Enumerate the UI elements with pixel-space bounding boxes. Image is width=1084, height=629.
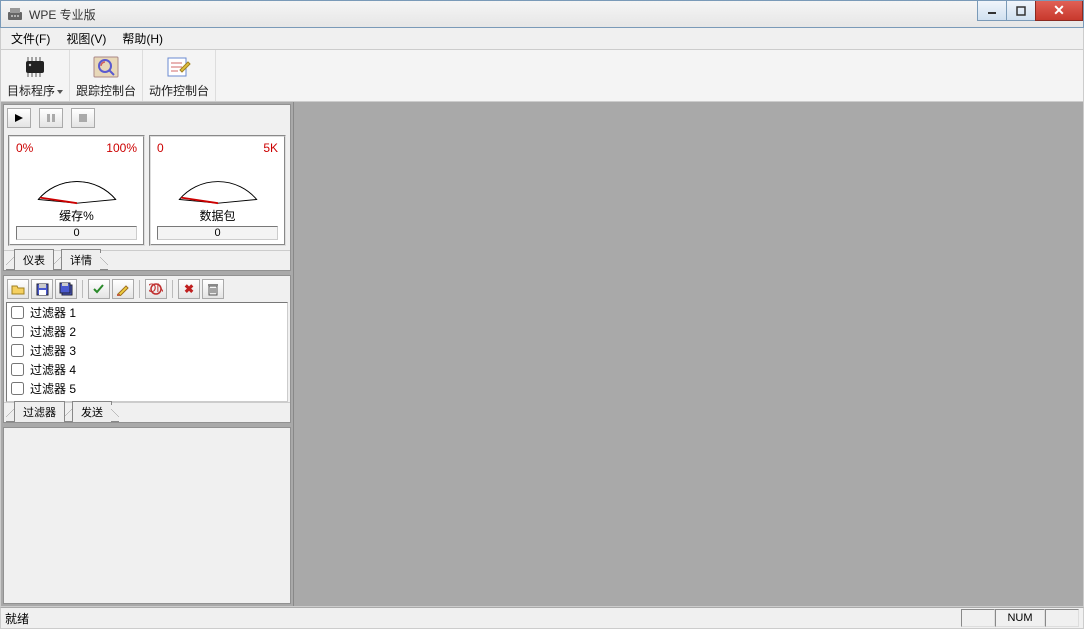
gauge-arc-icon: [168, 159, 268, 205]
dropdown-icon: [57, 90, 63, 94]
tab-filters[interactable]: 过滤器: [14, 401, 65, 422]
edit-script-icon: [163, 52, 195, 81]
menubar: 文件(F) 视图(V) 帮助(H): [0, 28, 1084, 50]
main-toolbar: 目标程序 跟踪控制台 动作控制台: [0, 50, 1084, 102]
minimize-button[interactable]: [977, 1, 1007, 21]
stop-button[interactable]: [71, 108, 95, 128]
cache-max: 100%: [106, 141, 137, 155]
filter-label: 过滤器 5: [30, 380, 76, 397]
packets-value: 0: [157, 226, 278, 240]
edit-button[interactable]: [112, 279, 134, 299]
gauge-arc-icon: [27, 159, 127, 205]
packets-min: 0: [157, 141, 164, 155]
capture-toolbar: [4, 105, 290, 131]
list-item[interactable]: 过滤器 1: [7, 303, 287, 322]
list-item[interactable]: 过滤器 5: [7, 379, 287, 398]
packets-gauge: 0 5K 数据包 0: [149, 135, 286, 246]
action-console-label: 动作控制台: [149, 82, 209, 99]
menu-file[interactable]: 文件(F): [3, 27, 58, 50]
target-program-button[interactable]: 目标程序: [1, 50, 70, 101]
trace-console-button[interactable]: 跟踪控制台: [70, 50, 143, 101]
list-item[interactable]: 过滤器 3: [7, 341, 287, 360]
filter-checkbox[interactable]: [11, 363, 24, 376]
status-cell-num: NUM: [995, 609, 1045, 627]
filters-toolbar: ON ✖: [4, 276, 290, 302]
packets-max: 5K: [263, 141, 278, 155]
statusbar: 就绪 NUM: [0, 607, 1084, 629]
filter-list[interactable]: 过滤器 1 过滤器 2 过滤器 3 过滤器 4 过滤器 5 过滤器 6: [6, 302, 288, 402]
magnifier-icon: [90, 52, 122, 81]
save-button[interactable]: [31, 279, 53, 299]
filter-label: 过滤器 2: [30, 323, 76, 340]
maximize-button[interactable]: [1006, 1, 1036, 21]
pause-button[interactable]: [39, 108, 63, 128]
filter-checkbox[interactable]: [11, 382, 24, 395]
list-item[interactable]: 过滤器 4: [7, 360, 287, 379]
list-item[interactable]: 过滤器 2: [7, 322, 287, 341]
cache-label: 缓存%: [59, 207, 94, 224]
mdi-area: [294, 102, 1083, 606]
delete-button[interactable]: ✖: [178, 279, 200, 299]
filter-label: 过滤器 4: [30, 361, 76, 378]
action-console-button[interactable]: 动作控制台: [143, 50, 216, 101]
window-title: WPE 专业版: [29, 6, 96, 23]
check-button[interactable]: [88, 279, 110, 299]
status-cell-blank1: [961, 609, 995, 627]
cache-min: 0%: [16, 141, 33, 155]
filter-tabs: 过滤器 发送: [4, 402, 290, 422]
menu-view[interactable]: 视图(V): [58, 27, 114, 50]
titlebar: WPE 专业版 ✕: [0, 0, 1084, 28]
status-cell-blank2: [1045, 609, 1079, 627]
left-pane: 0% 100% 缓存% 0 0 5K 数据包 0 仪表 详情: [1, 102, 294, 606]
capture-panel: 0% 100% 缓存% 0 0 5K 数据包 0 仪表 详情: [3, 104, 291, 271]
cache-gauge: 0% 100% 缓存% 0: [8, 135, 145, 246]
menu-help[interactable]: 帮助(H): [114, 27, 171, 50]
tab-meters[interactable]: 仪表: [14, 249, 54, 270]
toggle-on-button[interactable]: ON: [145, 279, 167, 299]
gauge-tabs: 仪表 详情: [4, 250, 290, 270]
status-ready: 就绪: [5, 610, 29, 627]
packets-label: 数据包: [199, 207, 235, 224]
play-button[interactable]: [7, 108, 31, 128]
trash-button[interactable]: [202, 279, 224, 299]
window-controls: ✕: [978, 1, 1083, 21]
svg-text:ON: ON: [149, 282, 163, 295]
tab-send[interactable]: 发送: [72, 401, 112, 422]
open-button[interactable]: [7, 279, 29, 299]
trace-console-label: 跟踪控制台: [76, 82, 136, 99]
filter-checkbox[interactable]: [11, 344, 24, 357]
cache-value: 0: [16, 226, 137, 240]
target-program-label: 目标程序: [7, 84, 55, 98]
app-icon: [7, 6, 23, 22]
gauges-row: 0% 100% 缓存% 0 0 5K 数据包 0: [4, 131, 290, 250]
chip-icon: [19, 52, 51, 81]
workspace: 0% 100% 缓存% 0 0 5K 数据包 0 仪表 详情: [0, 102, 1084, 607]
filters-panel: ON ✖ 过滤器 1 过滤器 2 过滤器 3 过滤器 4 过滤器 5 过滤器 6…: [3, 275, 291, 423]
tab-details[interactable]: 详情: [61, 249, 101, 270]
save-all-button[interactable]: [55, 279, 77, 299]
bottom-empty-panel: [3, 427, 291, 604]
close-button[interactable]: ✕: [1035, 1, 1083, 21]
filter-label: 过滤器 1: [30, 304, 76, 321]
filter-checkbox[interactable]: [11, 325, 24, 338]
filter-label: 过滤器 3: [30, 342, 76, 359]
filter-checkbox[interactable]: [11, 306, 24, 319]
